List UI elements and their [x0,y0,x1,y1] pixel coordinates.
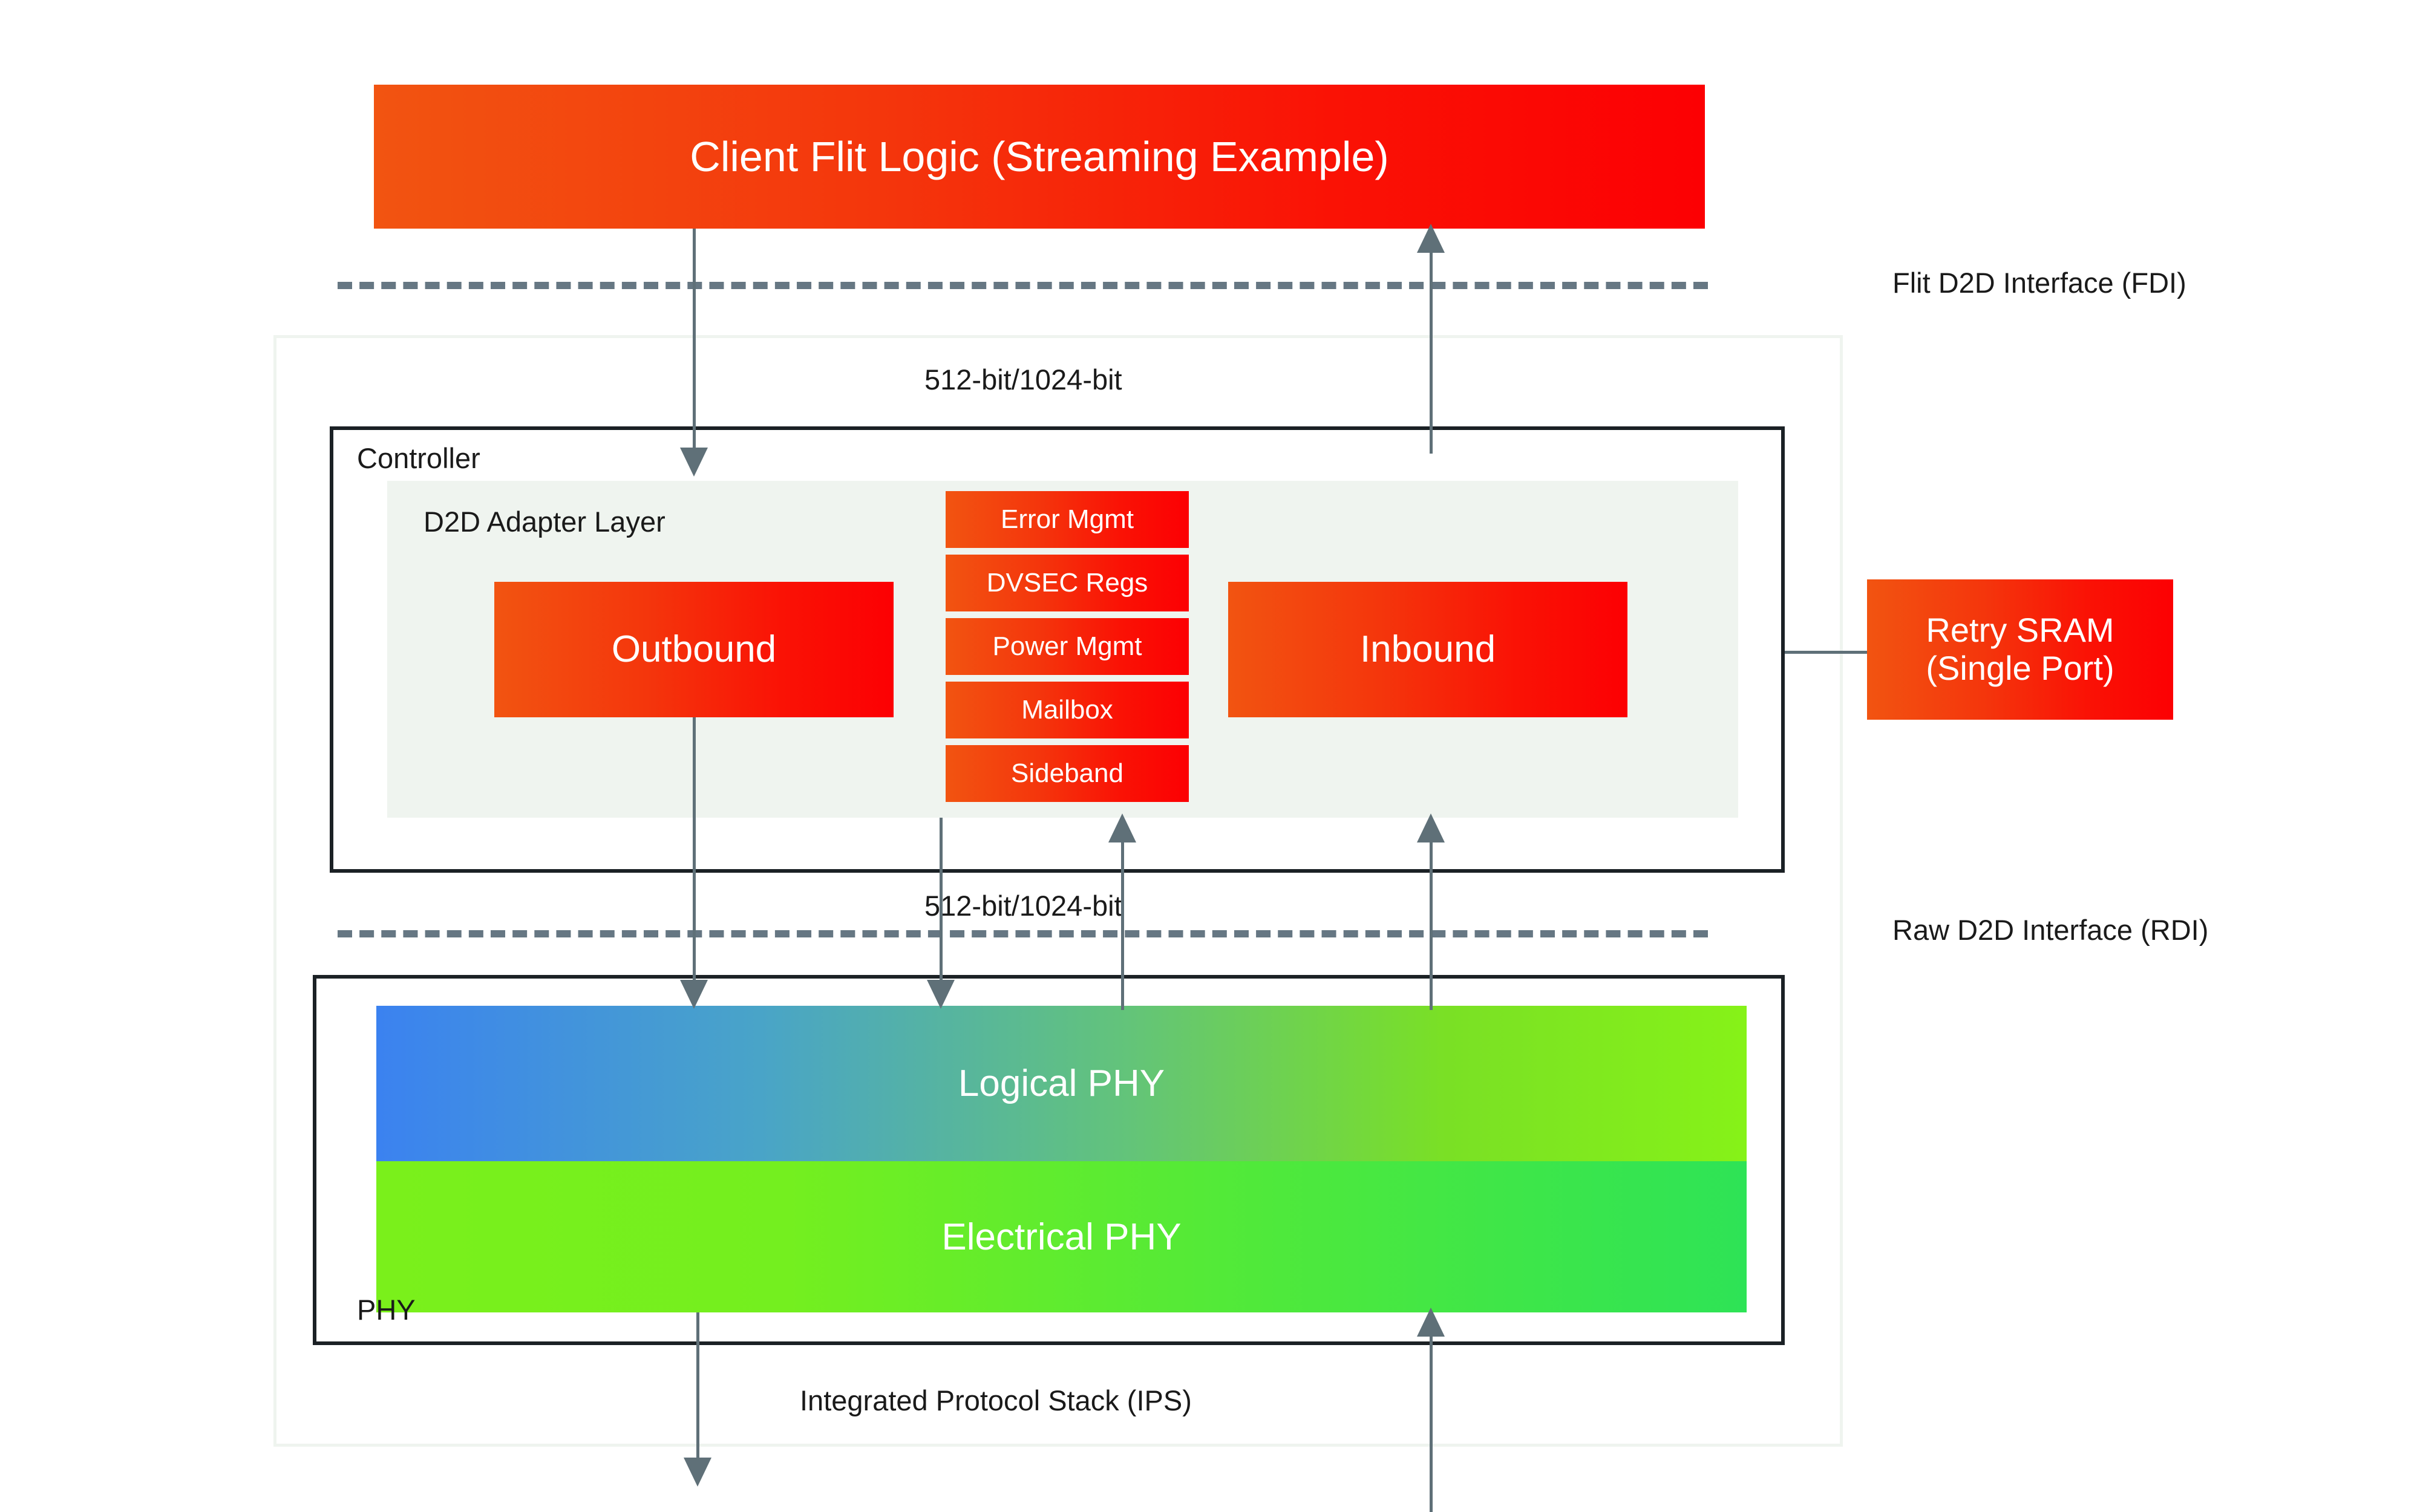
outbound-block[interactable]: Outbound [494,582,894,717]
diagram-canvas: Client Flit Logic (Streaming Example) Fl… [0,0,2420,1512]
inbound-label: Inbound [1359,628,1496,671]
rdi-bus-width-label: 512-bit/1024-bit [924,890,1122,922]
connector-client-to-outbound-line [693,229,696,454]
connector-outbound-to-logicalphy-line [693,717,696,1002]
fdi-dashed-divider [338,282,1708,289]
fdi-bus-width-label: 512-bit/1024-bit [924,363,1122,396]
retry-sram-label-line2: (Single Port) [1926,649,2114,687]
logical-phy-block[interactable]: Logical PHY [376,1006,1747,1161]
connector-sideband-down-line [940,818,943,1002]
connector-logicalphy-to-sideband-line [1121,841,1124,1010]
service-block-mailbox[interactable]: Mailbox [946,682,1189,738]
phy-label: PHY [357,1294,416,1326]
connector-inbound-to-client-line [1430,253,1433,454]
service-block-error-mgmt[interactable]: Error Mgmt [946,491,1189,548]
connector-outbound-to-logicalphy-arrow-icon [680,980,708,1009]
connector-logicalphy-to-inbound-line [1430,841,1433,1010]
connector-client-to-outbound-arrow-icon [680,448,708,477]
integrated-protocol-stack-label: Integrated Protocol Stack (IPS) [800,1384,1192,1416]
adapter-services-column: Error Mgmt DVSEC Regs Power Mgmt Mailbox… [946,491,1189,802]
service-label-sideband: Sideband [1011,758,1123,789]
retry-sram-connector-line [1785,651,1867,654]
service-label-power-mgmt: Power Mgmt [992,631,1142,662]
fdi-interface-label: Flit D2D Interface (FDI) [1892,267,2186,299]
connector-electricalphy-downstream-line [696,1312,699,1464]
controller-label: Controller [357,442,480,474]
service-block-dvsec-regs[interactable]: DVSEC Regs [946,555,1189,611]
client-flit-logic-label: Client Flit Logic (Streaming Example) [690,132,1389,180]
connector-logicalphy-to-sideband-arrow-icon [1108,813,1136,842]
logical-phy-label: Logical PHY [958,1063,1165,1104]
connector-sideband-down-arrow-icon [927,980,955,1009]
electrical-phy-label: Electrical PHY [941,1216,1182,1258]
retry-sram-label-line1: Retry SRAM [1926,611,2114,650]
client-flit-logic-block[interactable]: Client Flit Logic (Streaming Example) [374,85,1705,229]
service-label-error-mgmt: Error Mgmt [1001,504,1134,535]
d2d-adapter-layer-label: D2D Adapter Layer [424,506,666,538]
rdi-dashed-divider [338,930,1708,937]
service-block-sideband[interactable]: Sideband [946,745,1189,802]
rdi-interface-label: Raw D2D Interface (RDI) [1892,914,2209,946]
connector-electricalphy-downstream-arrow-icon [684,1458,711,1487]
service-label-mailbox: Mailbox [1021,695,1113,725]
outbound-label: Outbound [611,628,777,671]
connector-inbound-to-client-arrow-icon [1417,224,1445,253]
connector-upstream-to-electricalphy-arrow-icon [1417,1308,1445,1337]
service-label-dvsec-regs: DVSEC Regs [986,568,1148,598]
retry-sram-block[interactable]: Retry SRAM (Single Port) [1867,579,2173,720]
inbound-block[interactable]: Inbound [1228,582,1627,717]
service-block-power-mgmt[interactable]: Power Mgmt [946,618,1189,675]
connector-upstream-to-electricalphy-line [1430,1337,1433,1512]
electrical-phy-block[interactable]: Electrical PHY [376,1161,1747,1312]
connector-logicalphy-to-inbound-arrow-icon [1417,813,1445,842]
